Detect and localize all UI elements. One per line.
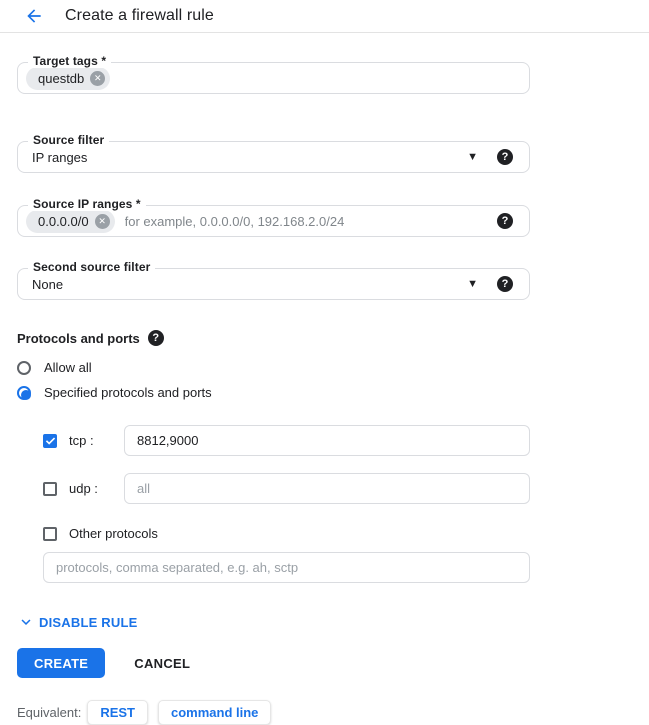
chevron-down-icon[interactable]: ▼	[467, 152, 478, 163]
radio-label: Specified protocols and ports	[44, 385, 212, 400]
target-tags-label: Target tags *	[28, 54, 111, 68]
second-source-filter-select[interactable]: Second source filter None ▼ ?	[17, 268, 530, 300]
second-source-filter-value: None	[32, 277, 63, 292]
help-icon[interactable]: ?	[497, 276, 513, 292]
page-title: Create a firewall rule	[65, 7, 214, 25]
section-heading-text: Protocols and ports	[17, 331, 140, 346]
help-icon[interactable]: ?	[497, 149, 513, 165]
firewall-rule-form: Target tags * questdb ✕ Source filter IP…	[17, 62, 530, 725]
other-protocols-input[interactable]	[43, 552, 530, 583]
other-protocols-label: Other protocols	[69, 526, 158, 541]
action-buttons: CREATE CANCEL	[17, 648, 530, 678]
radio-allow-all[interactable]: Allow all	[17, 360, 530, 375]
udp-label: udp :	[69, 481, 124, 496]
source-filter-value: IP ranges	[32, 150, 87, 165]
source-filter-select[interactable]: Source filter IP ranges ▼ ?	[17, 141, 530, 173]
udp-checkbox[interactable]	[43, 482, 57, 496]
target-tag-chip: questdb ✕	[26, 67, 110, 90]
chevron-down-icon[interactable]: ▼	[467, 279, 478, 290]
chip-close-icon[interactable]: ✕	[95, 214, 110, 229]
tcp-label: tcp :	[69, 433, 124, 448]
radio-label: Allow all	[44, 360, 92, 375]
chip-close-icon[interactable]: ✕	[90, 71, 105, 86]
back-button[interactable]	[22, 4, 46, 28]
radio-specified-protocols[interactable]: Specified protocols and ports	[17, 385, 530, 400]
chevron-down-icon	[17, 613, 35, 631]
udp-row: udp :	[43, 473, 530, 504]
other-protocols-row: Other protocols	[43, 526, 530, 541]
second-source-filter-label: Second source filter	[28, 260, 155, 274]
tcp-checkbox[interactable]	[43, 434, 57, 448]
other-protocols-checkbox[interactable]	[43, 527, 57, 541]
source-ip-ranges-field[interactable]: Source IP ranges * 0.0.0.0/0 ✕ ?	[17, 205, 530, 237]
source-ip-chip: 0.0.0.0/0 ✕	[26, 210, 115, 233]
checkmark-icon	[44, 434, 57, 447]
rest-button[interactable]: REST	[87, 700, 148, 725]
chip-text: 0.0.0.0/0	[38, 214, 89, 229]
help-icon[interactable]: ?	[497, 213, 513, 229]
arrow-left-icon	[24, 6, 44, 26]
disable-rule-label: DISABLE RULE	[39, 615, 137, 630]
udp-ports-input[interactable]	[124, 473, 530, 504]
header: Create a firewall rule	[0, 0, 649, 33]
create-button[interactable]: CREATE	[17, 648, 105, 678]
command-line-button[interactable]: command line	[158, 700, 271, 725]
tcp-ports-input[interactable]	[124, 425, 530, 456]
source-ip-input[interactable]	[125, 214, 497, 229]
protocols-and-ports-heading: Protocols and ports ?	[17, 330, 530, 346]
help-icon[interactable]: ?	[148, 330, 164, 346]
chip-text: questdb	[38, 71, 84, 86]
disable-rule-toggle[interactable]: DISABLE RULE	[17, 613, 137, 631]
source-filter-label: Source filter	[28, 133, 109, 147]
target-tags-field[interactable]: Target tags * questdb ✕	[17, 62, 530, 94]
radio-icon[interactable]	[17, 386, 31, 400]
source-ip-ranges-label: Source IP ranges *	[28, 197, 146, 211]
equivalent-row: Equivalent: REST command line	[17, 700, 530, 725]
tcp-row: tcp :	[43, 425, 530, 456]
cancel-button[interactable]: CANCEL	[134, 656, 190, 671]
radio-icon[interactable]	[17, 361, 31, 375]
